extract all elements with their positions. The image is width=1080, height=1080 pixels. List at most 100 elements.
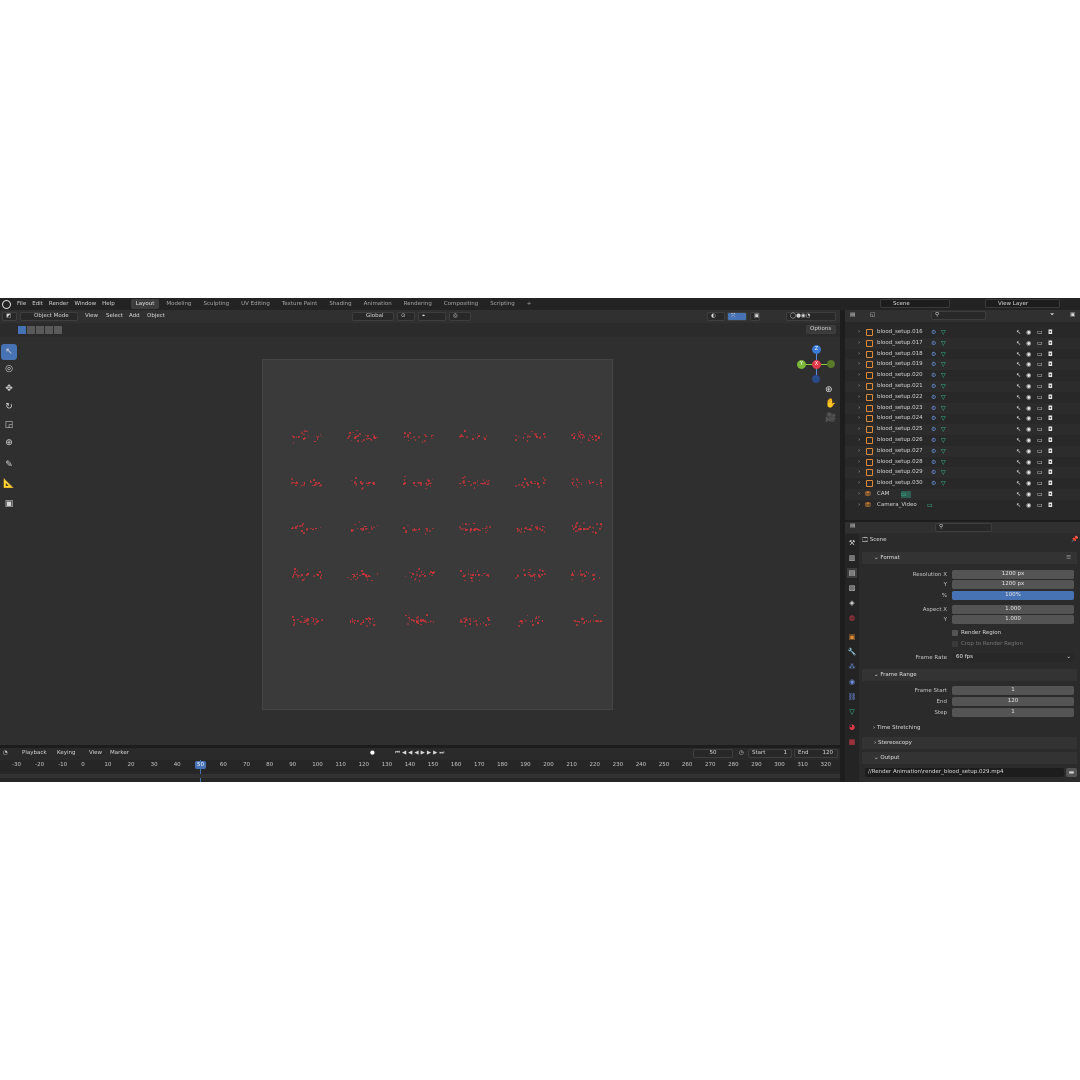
object-name[interactable]: blood_setup.018 xyxy=(877,349,923,360)
frame-start-field[interactable]: 1 xyxy=(952,686,1074,695)
viewport-toggle-icon[interactable]: ▭ xyxy=(1037,383,1043,390)
viewport-toggle-icon[interactable]: ▭ xyxy=(1037,351,1043,358)
modifier-icon[interactable]: ⚙ xyxy=(931,361,938,368)
tab-layout[interactable]: Layout xyxy=(130,299,160,309)
menu-marker[interactable]: Marker xyxy=(107,749,132,758)
texture-tab-icon[interactable]: ▦ xyxy=(847,737,857,747)
eye-icon[interactable]: ◉ xyxy=(1026,340,1031,347)
outliner-camera-row[interactable]: › ⛃ Camera_Video ▭ ↖ ◉ ▭ ◘ xyxy=(845,500,1080,511)
eye-icon[interactable]: ◉ xyxy=(1026,415,1031,422)
tab-shading[interactable]: Shading xyxy=(324,299,356,309)
expand-arrow-icon[interactable]: › xyxy=(858,435,860,446)
menu-help[interactable]: Help xyxy=(102,301,115,307)
camera-name[interactable]: Camera_Video xyxy=(877,500,917,511)
object-name[interactable]: blood_setup.026 xyxy=(877,435,923,446)
viewport-toggle-icon[interactable]: ▭ xyxy=(1037,372,1043,379)
mesh-data-icon[interactable]: ▽ xyxy=(941,383,948,390)
record-icon[interactable]: ● xyxy=(367,749,378,758)
select-toggle-icon[interactable]: ↖ xyxy=(1016,383,1021,390)
tab-uv-editing[interactable]: UV Editing xyxy=(236,299,275,309)
visibility-icon[interactable]: ◐ xyxy=(707,312,725,321)
material-tab-icon[interactable]: ◕ xyxy=(847,722,857,732)
scale-icon[interactable]: ◲ xyxy=(1,417,17,433)
select-toggle-icon[interactable]: ↖ xyxy=(1016,502,1021,509)
scene-selector[interactable]: Scene xyxy=(880,299,950,308)
new-collection-icon[interactable]: ▣ xyxy=(1067,311,1078,320)
tab-sculpting[interactable]: Sculpting xyxy=(198,299,234,309)
output-path-field[interactable]: //Render Animation\render_blood_setup.02… xyxy=(865,768,1064,777)
viewport-toggle-icon[interactable]: ▭ xyxy=(1037,405,1043,412)
render-toggle-icon[interactable]: ◘ xyxy=(1048,469,1053,476)
camera-view-icon[interactable]: 🎥 xyxy=(825,413,836,423)
mesh-data-icon[interactable]: ▽ xyxy=(941,480,948,487)
modifier-icon[interactable]: ⚙ xyxy=(931,426,938,433)
folder-icon[interactable]: ▬ xyxy=(1066,768,1077,777)
select-toggle-icon[interactable]: ↖ xyxy=(1016,394,1021,401)
select-toggle-icon[interactable]: ↖ xyxy=(1016,405,1021,412)
tab-rendering[interactable]: Rendering xyxy=(399,299,437,309)
modifier-icon[interactable]: ⚙ xyxy=(931,405,938,412)
expand-arrow-icon[interactable]: › xyxy=(858,413,860,424)
expand-arrow-icon[interactable]: › xyxy=(858,392,860,403)
data-tab-icon[interactable]: ▽ xyxy=(847,707,857,717)
editor-type-icon[interactable]: ◩ xyxy=(2,312,17,321)
constraints-tab-icon[interactable]: ⛓ xyxy=(847,692,857,702)
menu-playback[interactable]: Playback xyxy=(19,749,50,758)
render-toggle-icon[interactable]: ◘ xyxy=(1048,502,1053,509)
aspect-y-field[interactable]: 1.000 xyxy=(952,615,1074,624)
outliner-row[interactable]: › blood_setup.026 ⚙ ▽ ↖ ◉ ▭ ◘ xyxy=(845,435,1080,446)
select-toggle-icon[interactable]: ↖ xyxy=(1016,426,1021,433)
format-panel-header[interactable]: ⌄ Format ☰ xyxy=(862,552,1077,564)
xray-icon[interactable]: ▣ xyxy=(750,312,760,321)
modifier-icon[interactable]: ⚙ xyxy=(931,383,938,390)
tab-compositing[interactable]: Compositing xyxy=(439,299,483,309)
render-toggle-icon[interactable]: ◘ xyxy=(1048,351,1053,358)
select-toggle-icon[interactable]: ↖ xyxy=(1016,480,1021,487)
outliner-row[interactable]: › blood_setup.019 ⚙ ▽ ↖ ◉ ▭ ◘ xyxy=(845,359,1080,371)
current-frame-field[interactable]: 50 xyxy=(693,749,733,758)
mesh-data-icon[interactable]: ▽ xyxy=(941,426,948,433)
object-name[interactable]: blood_setup.020 xyxy=(877,370,923,381)
eye-icon[interactable]: ◉ xyxy=(1026,459,1031,466)
expand-arrow-icon[interactable]: › xyxy=(858,467,860,478)
mesh-data-icon[interactable]: ▽ xyxy=(941,469,948,476)
add-cube-icon[interactable]: ▣ xyxy=(1,496,17,512)
menu-keying[interactable]: Keying xyxy=(54,749,78,758)
cursor-icon[interactable]: ◎ xyxy=(1,361,17,377)
frame-end-field[interactable]: 120 xyxy=(952,697,1074,706)
viewport-toggle-icon[interactable]: ▭ xyxy=(1037,426,1043,433)
render-toggle-icon[interactable]: ◘ xyxy=(1048,437,1053,444)
measure-icon[interactable]: 📐 xyxy=(1,476,17,492)
outliner-search[interactable]: ⚲ xyxy=(931,311,986,320)
viewport-toggle-icon[interactable]: ▭ xyxy=(1037,448,1043,455)
select-box-icon[interactable]: ↖ xyxy=(1,344,17,360)
object-name[interactable]: blood_setup.029 xyxy=(877,467,923,478)
expand-arrow-icon[interactable]: › xyxy=(858,370,860,381)
modifier-icon[interactable]: ⚙ xyxy=(931,469,938,476)
outliner-row[interactable]: › blood_setup.020 ⚙ ▽ ↖ ◉ ▭ ◘ xyxy=(845,370,1080,381)
output-tab-icon[interactable]: ▤ xyxy=(847,568,857,578)
modifier-icon[interactable]: ⚙ xyxy=(931,448,938,455)
render-toggle-icon[interactable]: ◘ xyxy=(1048,415,1053,422)
menu-render[interactable]: Render xyxy=(49,301,69,307)
modifier-icon[interactable]: ⚙ xyxy=(931,459,938,466)
mesh-data-icon[interactable]: ▽ xyxy=(941,415,948,422)
select-toggle-icon[interactable]: ↖ xyxy=(1016,351,1021,358)
object-name[interactable]: blood_setup.030 xyxy=(877,478,923,489)
render-toggle-icon[interactable]: ◘ xyxy=(1048,383,1053,390)
tab-scripting[interactable]: Scripting xyxy=(485,299,519,309)
select-toggle-icon[interactable]: ↖ xyxy=(1016,459,1021,466)
select-toggle-icon[interactable]: ↖ xyxy=(1016,437,1021,444)
object-name[interactable]: blood_setup.024 xyxy=(877,413,923,424)
display-mode-icon[interactable]: ◱ xyxy=(867,311,878,320)
render-toggle-icon[interactable]: ◘ xyxy=(1048,491,1053,498)
frame-range-panel-header[interactable]: ⌄ Frame Range xyxy=(862,669,1077,681)
shading-modes[interactable]: ◯●◉◔ xyxy=(786,312,836,321)
select-toggle-icon[interactable]: ↖ xyxy=(1016,469,1021,476)
mesh-data-icon[interactable]: ▽ xyxy=(941,459,948,466)
eye-icon[interactable]: ◉ xyxy=(1026,361,1031,368)
world-tab-icon[interactable]: ◍ xyxy=(847,613,857,623)
render-toggle-icon[interactable]: ◘ xyxy=(1048,448,1053,455)
stereoscopy-panel-header[interactable]: › Stereoscopy xyxy=(862,737,1077,749)
object-name[interactable]: blood_setup.027 xyxy=(877,446,923,457)
